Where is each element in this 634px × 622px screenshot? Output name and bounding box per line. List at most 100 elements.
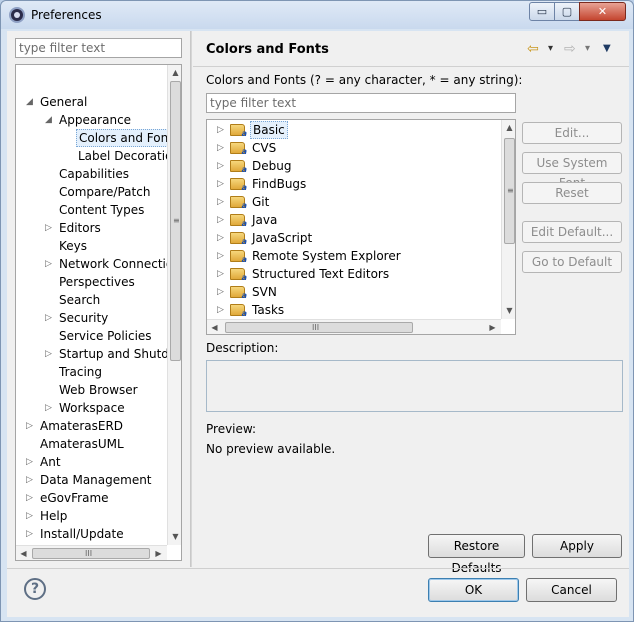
color-category-item[interactable]: ▷ SVN	[207, 283, 499, 301]
collapsed-arrow-icon[interactable]: ▷	[217, 175, 224, 193]
collapsed-arrow-icon[interactable]: ▷	[217, 157, 224, 175]
edit-default-button[interactable]: Edit Default...	[522, 221, 622, 243]
back-menu-icon[interactable]: ▾	[548, 40, 553, 58]
collapsed-arrow-icon[interactable]: ▷	[26, 525, 36, 543]
preference-tree-item[interactable]: ▷ Security	[16, 309, 167, 327]
pane-divider[interactable]	[190, 31, 192, 567]
collapsed-arrow-icon[interactable]: ▷	[45, 345, 55, 363]
scroll-right-arrow-icon[interactable]: ▶	[151, 546, 166, 560]
preference-tree-item[interactable]: Keys	[16, 237, 167, 255]
color-category-item[interactable]: ▷ Git	[207, 193, 499, 211]
collapsed-arrow-icon[interactable]: ▷	[26, 417, 36, 435]
collapsed-arrow-icon[interactable]: ▷	[217, 121, 224, 139]
color-category-item[interactable]: ▷ Debug	[207, 157, 499, 175]
forward-menu-icon[interactable]: ▾	[585, 40, 590, 58]
scroll-up-arrow-icon[interactable]: ▲	[168, 65, 181, 80]
color-category-item[interactable]: ▷ Structured Text Editors	[207, 265, 499, 283]
preference-tree-item[interactable]: ▷ Network Connection	[16, 255, 181, 273]
right-filter-input[interactable]	[206, 93, 516, 113]
collapsed-arrow-icon[interactable]: ▷	[26, 507, 36, 525]
scroll-right-arrow-icon[interactable]: ▶	[485, 320, 500, 334]
help-icon[interactable]: ?	[24, 578, 46, 600]
scroll-up-arrow-icon[interactable]: ▲	[502, 120, 515, 135]
maximize-button[interactable]: ▢	[554, 2, 580, 21]
restore-defaults-button[interactable]: Restore Defaults	[428, 534, 525, 575]
title-bar[interactable]: Preferences ▭ ▢ ✕	[1, 1, 633, 29]
preference-tree-item[interactable]: ▷ Startup and Shutdo	[16, 345, 176, 363]
preference-tree-item[interactable]: Compare/Patch	[16, 183, 167, 201]
reset-button[interactable]: Reset	[522, 182, 622, 204]
color-category-item[interactable]: ▷ FindBugs	[207, 175, 499, 193]
scroll-thumb[interactable]: ≡	[170, 81, 181, 361]
tree-horizontal-scrollbar[interactable]: ◀ III ▶	[16, 545, 167, 560]
collapsed-arrow-icon[interactable]: ▷	[26, 489, 36, 507]
close-button[interactable]: ✕	[579, 2, 626, 21]
collapsed-arrow-icon[interactable]: ▷	[217, 229, 224, 247]
apply-button[interactable]: Apply	[532, 534, 622, 558]
preference-tree-item[interactable]: ▷ AmaterasERD	[16, 417, 167, 435]
color-category-item[interactable]: ▷ JavaScript	[207, 229, 499, 247]
scroll-down-arrow-icon[interactable]: ▼	[168, 529, 181, 544]
collapsed-arrow-icon[interactable]: ▷	[217, 283, 224, 301]
preference-tree-item[interactable]: ▷ Data Management	[16, 471, 167, 489]
preference-tree-item[interactable]: ▷ Ant	[16, 453, 167, 471]
collapsed-arrow-icon[interactable]: ▷	[45, 255, 55, 273]
collapsed-arrow-icon[interactable]: ▷	[26, 453, 36, 471]
preference-tree-item[interactable]: Colors and Font	[16, 129, 176, 147]
view-menu-icon[interactable]: ▼	[603, 40, 611, 58]
preference-tree-item[interactable]: ▷ Workspace	[16, 399, 167, 417]
left-filter-input[interactable]	[15, 38, 182, 58]
preference-tree-item[interactable]: ◢ General	[16, 93, 167, 111]
use-system-font-button[interactable]: Use System Font	[522, 152, 622, 190]
preference-tree-item[interactable]: Service Policies	[16, 327, 167, 345]
scroll-left-arrow-icon[interactable]: ◀	[16, 546, 31, 560]
preference-tree-item[interactable]: Search	[16, 291, 167, 309]
collapsed-arrow-icon[interactable]: ▷	[45, 309, 55, 327]
colors-fonts-tree[interactable]: ▷ Basic ▷ CVS ▷ Debug ▷ FindBugs ▷ Git ▷ Java ▷ JavaS…	[206, 119, 516, 335]
scroll-down-arrow-icon[interactable]: ▼	[502, 303, 515, 318]
colors-tree-vertical-scrollbar[interactable]: ▲ ≡ ▼	[501, 120, 515, 319]
color-category-item[interactable]: ▷ CVS	[207, 139, 499, 157]
preference-tree-item[interactable]: Capabilities	[16, 165, 167, 183]
collapsed-arrow-icon[interactable]: ▷	[217, 247, 224, 265]
preference-tree-item[interactable]: ▷ eGovFrame	[16, 489, 167, 507]
collapsed-arrow-icon[interactable]: ▷	[45, 399, 55, 417]
collapsed-arrow-icon[interactable]: ▷	[217, 301, 224, 319]
collapsed-arrow-icon[interactable]: ▷	[217, 139, 224, 157]
expanded-arrow-icon[interactable]: ◢	[26, 93, 36, 111]
preference-tree-item[interactable]: ▷ Help	[16, 507, 167, 525]
forward-arrow-icon[interactable]: ⇨	[564, 40, 576, 58]
preference-tree-item[interactable]: Perspectives	[16, 273, 167, 291]
preference-tree-item[interactable]: ◢ Appearance	[16, 111, 167, 129]
scroll-thumb-horizontal[interactable]: III	[225, 322, 413, 333]
tree-vertical-scrollbar[interactable]: ▲ ≡ ▼	[167, 65, 181, 545]
collapsed-arrow-icon[interactable]: ▷	[217, 193, 224, 211]
cancel-button[interactable]: Cancel	[526, 578, 617, 602]
preference-tree[interactable]: ◢ General ◢ Appearance Colors and Font Label …	[15, 64, 182, 561]
edit-button[interactable]: Edit...	[522, 122, 622, 144]
preference-tree-item[interactable]: AmaterasUML	[16, 435, 167, 453]
colors-tree-horizontal-scrollbar[interactable]: ◀ III ▶	[207, 319, 501, 334]
collapsed-arrow-icon[interactable]: ▷	[26, 471, 36, 489]
minimize-button[interactable]: ▭	[529, 2, 555, 21]
color-category-item[interactable]: ▷ Remote System Explorer	[207, 247, 499, 265]
scroll-thumb-horizontal[interactable]: III	[32, 548, 150, 559]
color-category-item[interactable]: ▷ Java	[207, 211, 499, 229]
preference-tree-item[interactable]: Content Types	[16, 201, 167, 219]
back-arrow-icon[interactable]: ⇦	[527, 40, 539, 58]
ok-button[interactable]: OK	[428, 578, 519, 602]
color-category-item[interactable]: ▷ Basic	[207, 121, 499, 139]
preference-tree-item[interactable]: Web Browser	[16, 381, 167, 399]
scroll-left-arrow-icon[interactable]: ◀	[207, 320, 222, 334]
go-to-default-button[interactable]: Go to Default	[522, 251, 622, 273]
collapsed-arrow-icon[interactable]: ▷	[217, 211, 224, 229]
expanded-arrow-icon[interactable]: ◢	[45, 111, 55, 129]
preference-tree-item[interactable]: ▷ Install/Update	[16, 525, 167, 543]
collapsed-arrow-icon[interactable]: ▷	[217, 265, 224, 283]
scroll-thumb[interactable]: ≡	[504, 138, 515, 244]
color-category-item[interactable]: ▷ Tasks	[207, 301, 499, 319]
preference-tree-item[interactable]: Label Decoration	[16, 147, 180, 165]
preference-tree-item[interactable]: ▷ Editors	[16, 219, 167, 237]
collapsed-arrow-icon[interactable]: ▷	[45, 219, 55, 237]
preference-tree-item[interactable]: Tracing	[16, 363, 167, 381]
